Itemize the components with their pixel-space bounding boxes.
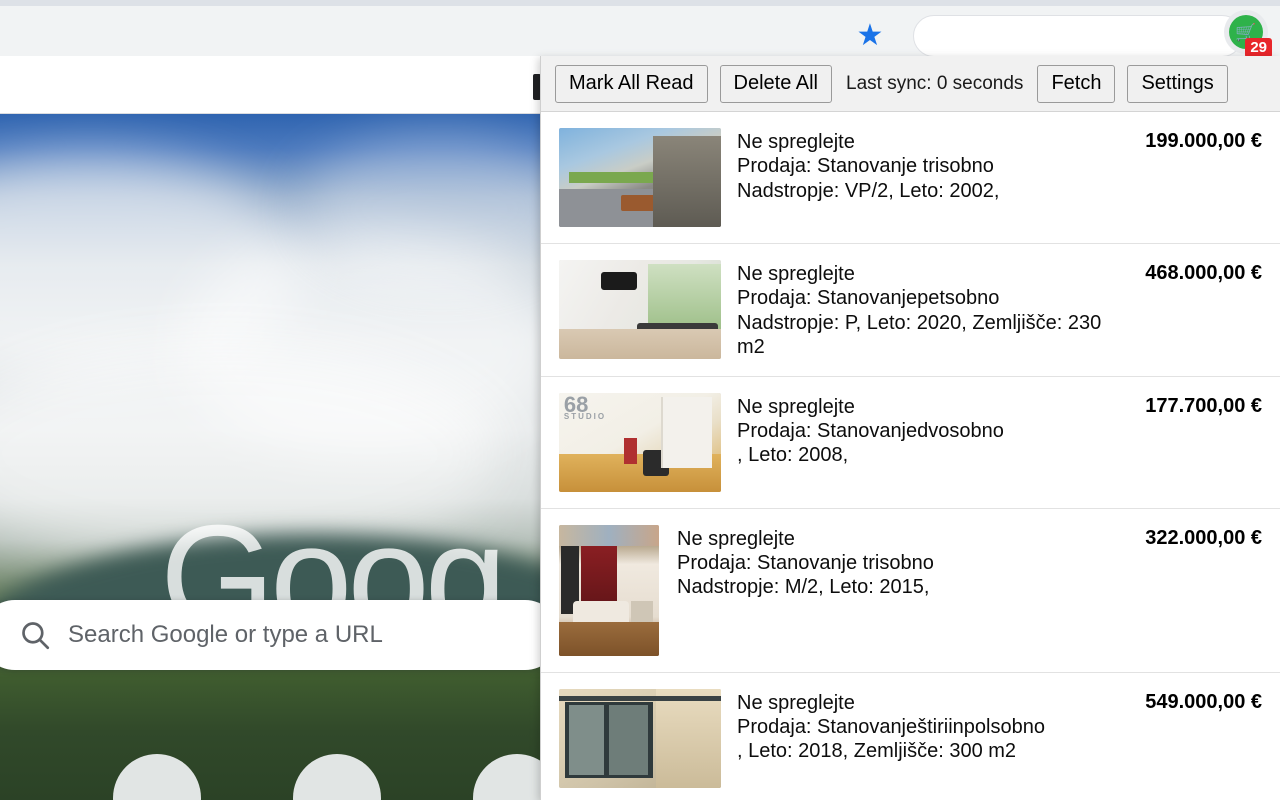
listing-text: Ne spreglejte Prodaja: Stanovanje trisob… (737, 128, 1131, 203)
listing-text: Ne spreglejte Prodaja: Stanovanjepetsobn… (737, 260, 1131, 360)
extension-button[interactable]: 🛒 29 (1224, 10, 1272, 58)
settings-button[interactable]: Settings (1127, 64, 1228, 103)
mark-all-read-button[interactable]: Mark All Read (555, 64, 708, 103)
delete-all-button[interactable]: Delete All (719, 64, 832, 103)
shortcut-tile[interactable] (113, 754, 201, 800)
listing-price: 199.000,00 € (1145, 130, 1262, 152)
listing-status: Ne spreglejte (737, 131, 855, 153)
search-icon (22, 622, 50, 650)
popup-toolbar: Mark All Read Delete All Last sync: 0 se… (541, 56, 1280, 112)
listing-details: Nadstropje: VP/2, Leto: 2002, (737, 179, 1000, 202)
listing-price: 549.000,00 € (1145, 690, 1262, 713)
listing-title: Prodaja: Stanovanjedvosobno (737, 419, 1004, 442)
last-sync-status: Last sync: 0 seconds (846, 72, 1024, 94)
address-bar[interactable] (913, 15, 1243, 57)
search-placeholder: Search Google or type a URL (68, 621, 383, 648)
listing-price: 322.000,00 € (1145, 526, 1262, 549)
listing-price: 177.700,00 € (1145, 394, 1262, 417)
listing-title: Prodaja: Stanovanje trisobno (677, 551, 934, 574)
screen: ★ 🛒 29 Goog Search Google or type a URL (0, 0, 1280, 800)
bookmark-star-icon: ★ (856, 19, 884, 52)
listing-text: Ne spreglejte Prodaja: Stanovanje trisob… (677, 525, 1131, 600)
list-item[interactable]: Ne spreglejte Prodaja: Stanovanještiriin… (541, 672, 1280, 800)
listing-title: Prodaja: Stanovanještiriinpolsobno (737, 715, 1045, 738)
list-item[interactable]: 68 STUDIO Ne spreglejte Prodaja: Stanovan… (541, 376, 1280, 509)
listing-thumbnail[interactable]: 68 STUDIO (559, 392, 721, 492)
shortcut-tiles (0, 754, 561, 800)
listing-details: , Leto: 2018, Zemljišče: 300 m2 (737, 740, 1017, 763)
listing-details: Nadstropje: P, Leto: 2020, Zemljišče: 23… (737, 311, 1102, 359)
listing-details: Nadstropje: M/2, Leto: 2015, (677, 576, 930, 599)
bookmark-star-button[interactable]: ★ (846, 12, 894, 60)
listing-thumbnail[interactable] (559, 128, 721, 227)
listing-thumbnail[interactable] (559, 524, 659, 656)
listing-title: Prodaja: Stanovanje trisobno (737, 155, 994, 178)
listing-status: Ne spreglejte (737, 263, 855, 285)
listing-price: 468.000,00 € (1145, 262, 1262, 284)
listing-text: Ne spreglejte Prodaja: Stanovanjedvosobn… (737, 393, 1131, 468)
listing-thumbnail[interactable] (559, 260, 721, 359)
fetch-button[interactable]: Fetch (1037, 64, 1116, 103)
extension-popup: Mark All Read Delete All Last sync: 0 se… (540, 56, 1280, 800)
listing-status: Ne spreglejte (677, 527, 795, 550)
list-item[interactable]: Ne spreglejte Prodaja: Stanovanjepetsobn… (541, 244, 1280, 377)
listing-status: Ne spreglejte (737, 691, 855, 714)
listing-list: Ne spreglejte Prodaja: Stanovanje trisob… (541, 112, 1280, 800)
listing-title: Prodaja: Stanovanjepetsobno (737, 287, 1000, 310)
list-item[interactable]: Ne spreglejte Prodaja: Stanovanje trisob… (541, 112, 1280, 244)
list-item[interactable]: Ne spreglejte Prodaja: Stanovanje trisob… (541, 508, 1280, 673)
listing-text: Ne spreglejte Prodaja: Stanovanještiriin… (737, 689, 1131, 764)
extension-badge-count: 29 (1245, 38, 1272, 58)
cloud-decor (300, 134, 580, 284)
listing-status: Ne spreglejte (737, 395, 855, 418)
listing-thumbnail[interactable] (559, 688, 721, 788)
search-input[interactable]: Search Google or type a URL (0, 600, 560, 670)
listing-details: , Leto: 2008, (737, 444, 849, 467)
shortcut-tile[interactable] (293, 754, 381, 800)
